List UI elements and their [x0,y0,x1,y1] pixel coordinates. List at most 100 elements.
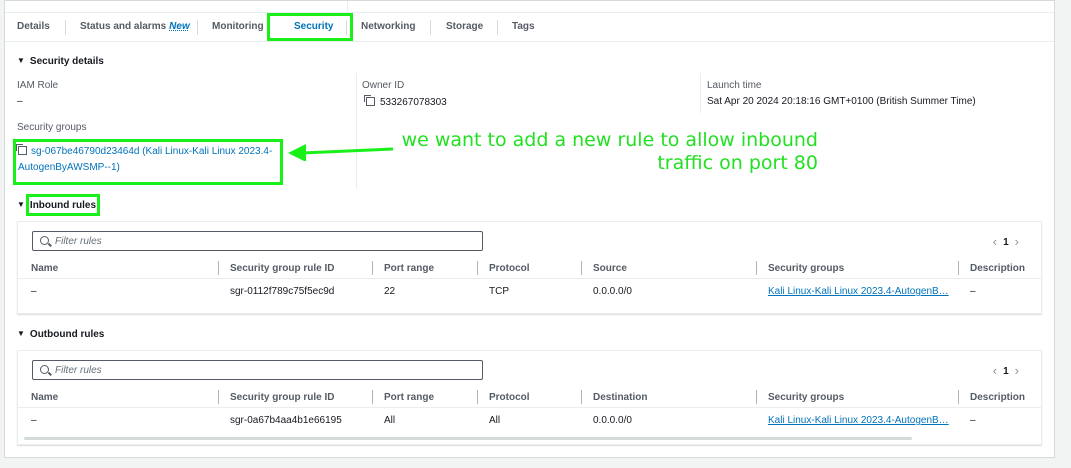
security-details-label: Security details [29,56,104,67]
cell-description: – [970,286,976,297]
outbound-rules-label: Outbound rules [29,329,105,340]
tab-tags[interactable]: Tags [512,21,535,32]
tab-separator [430,20,431,35]
column-header-description[interactable]: Description [970,263,1025,274]
inbound-rules-table: ‹1› Name Security group rule ID Port ran… [17,221,1042,314]
cell-security-group-link[interactable]: Kali Linux-Kali Linux 2023.4-AutogenB… [768,415,949,426]
column-header-rule-id[interactable]: Security group rule ID [230,263,334,274]
table-row[interactable]: – sgr-0a67b4aa4b1e66195 All All 0.0.0.0/… [18,409,1041,432]
column-header-port-range[interactable]: Port range [384,263,434,274]
outbound-rules-table: ‹1› Name Security group rule ID Port ran… [17,350,1042,445]
column-resizer[interactable] [477,390,478,404]
table-row[interactable]: – sgr-0112f789c75f5ec9d 22 TCP 0.0.0.0/0… [18,280,1041,303]
instance-details-panel: Details Status and alarms New Monitoring … [4,0,1055,458]
caret-down-icon: ▼ [17,329,25,338]
outbound-rules-heading[interactable]: ▼ Outbound rules [17,329,104,340]
top-strip [5,1,1054,13]
inbound-filter-input[interactable] [32,231,483,251]
annotation-line-2: traffic on port 80 [657,152,818,174]
new-badge: New [169,21,190,32]
column-resizer[interactable] [756,261,757,275]
divider [347,1,348,13]
annotation-line-1: we want to add a new rule to allow inbou… [401,129,818,151]
outbound-table-header: Name Security group rule ID Port range P… [18,387,1041,408]
column-header-source[interactable]: Source [593,263,627,274]
owner-id-label: Owner ID [362,80,405,91]
cell-source: 0.0.0.0/0 [593,286,632,297]
cell-rule-id: sgr-0112f789c75f5ec9d [230,286,335,297]
tab-networking[interactable]: Networking [361,21,415,32]
column-resizer[interactable] [477,261,478,275]
tab-separator [197,20,198,35]
tab-details[interactable]: Details [17,21,50,32]
chevron-right-icon[interactable]: › [1009,363,1025,378]
outbound-filter-input[interactable] [32,360,483,380]
column-header-security-groups[interactable]: Security groups [768,392,844,403]
inbound-table-header: Name Security group rule ID Port range P… [18,258,1041,279]
inbound-pagination: ‹ 1 › [987,233,1025,249]
caret-down-icon: ▼ [17,200,25,209]
security-details-heading[interactable]: ▼ Security details [17,56,104,67]
column-resizer[interactable] [372,261,373,275]
tab-status-label: Status and alarms [80,21,167,32]
tab-status-and-alarms[interactable]: Status and alarms New [80,21,190,32]
owner-id-value: 533267078303 [364,95,447,108]
column-resizer[interactable] [581,261,582,275]
column-header-port-range[interactable]: Port range [384,392,434,403]
column-header-security-groups[interactable]: Security groups [768,263,844,274]
owner-id-text: 533267078303 [380,97,447,108]
iam-role-value: – [17,96,23,107]
arrow-annotation-icon [288,144,394,161]
arrow-head [288,144,306,161]
iam-role-label: IAM Role [17,80,59,91]
cell-protocol: All [489,415,501,426]
cell-protocol: TCP [489,286,509,297]
column-header-protocol[interactable]: Protocol [489,263,530,274]
tab-bar: Details Status and alarms New Monitoring … [5,13,1054,42]
annotation-note: we want to add a new rule to allow inbou… [400,129,818,175]
column-divider [700,73,701,113]
cell-port-range: 22 [384,286,396,297]
search-icon [40,236,49,245]
copy-icon[interactable] [364,95,375,106]
security-tab-highlight [267,13,353,41]
column-divider [356,73,357,189]
column-resizer[interactable] [218,390,219,404]
tab-monitoring[interactable]: Monitoring [212,21,264,32]
inbound-rules-highlight [26,194,100,216]
cell-security-group-link[interactable]: Kali Linux-Kali Linux 2023.4-AutogenB… [768,286,949,297]
arrow-shaft [301,147,394,155]
inbound-page-number[interactable]: 1 [1003,237,1009,248]
tab-separator [65,20,66,35]
column-header-name[interactable]: Name [31,263,58,274]
outbound-page-number[interactable]: 1 [1003,366,1009,377]
tab-storage[interactable]: Storage [446,21,483,32]
column-header-name[interactable]: Name [31,392,58,403]
cell-rule-id: sgr-0a67b4aa4b1e66195 [230,415,342,426]
column-header-description[interactable]: Description [970,392,1025,403]
chevron-left-icon[interactable]: ‹ [987,234,1003,249]
cell-destination: 0.0.0.0/0 [593,415,632,426]
column-resizer[interactable] [958,390,959,404]
tab-separator [497,20,498,35]
horizontal-scrollbar[interactable] [24,437,912,440]
launch-time-value: Sat Apr 20 2024 20:18:16 GMT+0100 (Briti… [707,96,976,107]
column-header-destination[interactable]: Destination [593,392,647,403]
column-resizer[interactable] [218,261,219,275]
chevron-left-icon[interactable]: ‹ [987,363,1003,378]
search-icon [40,365,49,374]
column-header-protocol[interactable]: Protocol [489,392,530,403]
outbound-filter-field[interactable] [55,363,475,377]
column-resizer[interactable] [756,390,757,404]
security-groups-label: Security groups [17,122,87,133]
column-resizer[interactable] [958,261,959,275]
outbound-pagination: ‹ 1 › [987,362,1025,378]
column-header-rule-id[interactable]: Security group rule ID [230,392,334,403]
cell-port-range: All [384,415,396,426]
inbound-filter-field[interactable] [55,234,475,248]
column-resizer[interactable] [372,390,373,404]
column-resizer[interactable] [581,390,582,404]
cell-name: – [31,286,37,297]
cell-name: – [31,415,37,426]
chevron-right-icon[interactable]: › [1009,234,1025,249]
